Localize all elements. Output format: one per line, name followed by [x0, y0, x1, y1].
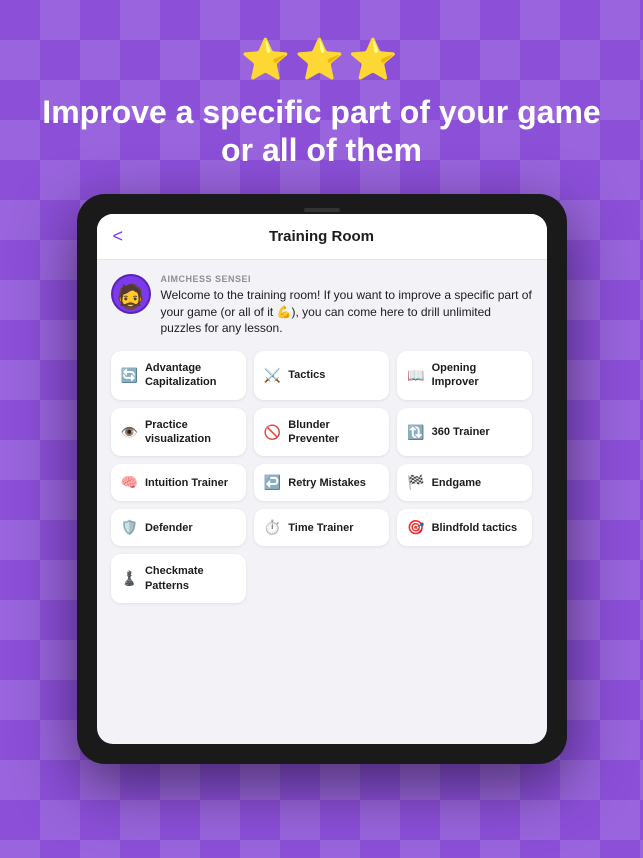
training-label-blindfold-tactics: Blindfold tactics: [432, 521, 518, 535]
sensei-label: AIMCHESS SENSEI: [161, 274, 533, 284]
training-icon-advantage-cap: 🔄: [121, 367, 138, 384]
sensei-text: Welcome to the training room! If you wan…: [161, 287, 533, 337]
training-icon-intuition-trainer: 🧠: [121, 474, 138, 491]
training-label-endgame: Endgame: [432, 476, 482, 490]
training-item-retry-mistakes[interactable]: ↩️ Retry Mistakes: [254, 464, 389, 501]
training-icon-opening-improver: 📖: [407, 367, 424, 384]
training-item-opening-improver[interactable]: 📖 Opening Improver: [397, 351, 532, 400]
training-item-checkmate-patterns[interactable]: ♟️ Checkmate Patterns: [111, 554, 246, 603]
training-item-endgame[interactable]: 🏁 Endgame: [397, 464, 532, 501]
back-button[interactable]: <: [113, 226, 124, 247]
tablet-body: < Training Room 🧔 AIMCHESS SENSEI Welcom…: [77, 194, 567, 764]
training-icon-blunder-preventer: 🚫: [264, 424, 281, 441]
sensei-avatar-inner: 🧔: [113, 276, 149, 312]
training-icon-checkmate-patterns: ♟️: [121, 570, 138, 587]
sensei-avatar: 🧔: [111, 274, 151, 314]
training-item-tactics[interactable]: ⚔️ Tactics: [254, 351, 389, 400]
training-item-defender[interactable]: 🛡️ Defender: [111, 509, 246, 546]
training-label-360-trainer: 360 Trainer: [432, 425, 490, 439]
training-icon-defender: 🛡️: [121, 519, 138, 536]
tablet-camera: [304, 208, 340, 212]
training-label-defender: Defender: [145, 521, 193, 535]
training-label-intuition-trainer: Intuition Trainer: [145, 476, 228, 490]
training-icon-endgame: 🏁: [407, 474, 424, 491]
tablet-screen: < Training Room 🧔 AIMCHESS SENSEI Welcom…: [97, 214, 547, 744]
screen-header: < Training Room: [97, 214, 547, 260]
training-label-advantage-cap: Advantage Capitalization: [145, 361, 236, 390]
training-item-360-trainer[interactable]: 🔃 360 Trainer: [397, 408, 532, 457]
page-wrapper: ⭐⭐⭐ Improve a specific part of your game…: [0, 0, 643, 858]
training-label-blunder-preventer: Blunder Preventer: [288, 418, 379, 447]
training-icon-time-trainer: ⏱️: [264, 519, 281, 536]
tablet-device: < Training Room 🧔 AIMCHESS SENSEI Welcom…: [77, 194, 567, 764]
training-item-time-trainer[interactable]: ⏱️ Time Trainer: [254, 509, 389, 546]
training-item-blunder-preventer[interactable]: 🚫 Blunder Preventer: [254, 408, 389, 457]
training-item-advantage-cap[interactable]: 🔄 Advantage Capitalization: [111, 351, 246, 400]
training-icon-tactics: ⚔️: [264, 367, 281, 384]
training-icon-retry-mistakes: ↩️: [264, 474, 281, 491]
stars-emoji: ⭐⭐⭐: [241, 38, 402, 82]
training-item-intuition-trainer[interactable]: 🧠 Intuition Trainer: [111, 464, 246, 501]
screen-body: 🧔 AIMCHESS SENSEI Welcome to the trainin…: [97, 260, 547, 744]
training-label-retry-mistakes: Retry Mistakes: [288, 476, 366, 490]
training-item-blindfold-tactics[interactable]: 🎯 Blindfold tactics: [397, 509, 532, 546]
training-grid: 🔄 Advantage Capitalization ⚔️ Tactics 📖 Openi…: [111, 351, 533, 603]
training-label-checkmate-patterns: Checkmate Patterns: [145, 564, 236, 593]
training-item-practice-viz[interactable]: 👁️ Practice visualization: [111, 408, 246, 457]
training-icon-blindfold-tactics: 🎯: [407, 519, 424, 536]
training-label-time-trainer: Time Trainer: [288, 521, 353, 535]
training-icon-360-trainer: 🔃: [407, 424, 424, 441]
training-label-practice-viz: Practice visualization: [145, 418, 236, 447]
sensei-message: 🧔 AIMCHESS SENSEI Welcome to the trainin…: [111, 274, 533, 337]
stars-display: ⭐⭐⭐: [241, 36, 402, 83]
training-label-opening-improver: Opening Improver: [432, 361, 523, 390]
sensei-text-box: AIMCHESS SENSEI Welcome to the training …: [161, 274, 533, 337]
headline: Improve a specific part of your game or …: [0, 93, 643, 170]
training-icon-practice-viz: 👁️: [121, 424, 138, 441]
training-label-tactics: Tactics: [288, 368, 325, 382]
screen-title: Training Room: [269, 228, 374, 245]
